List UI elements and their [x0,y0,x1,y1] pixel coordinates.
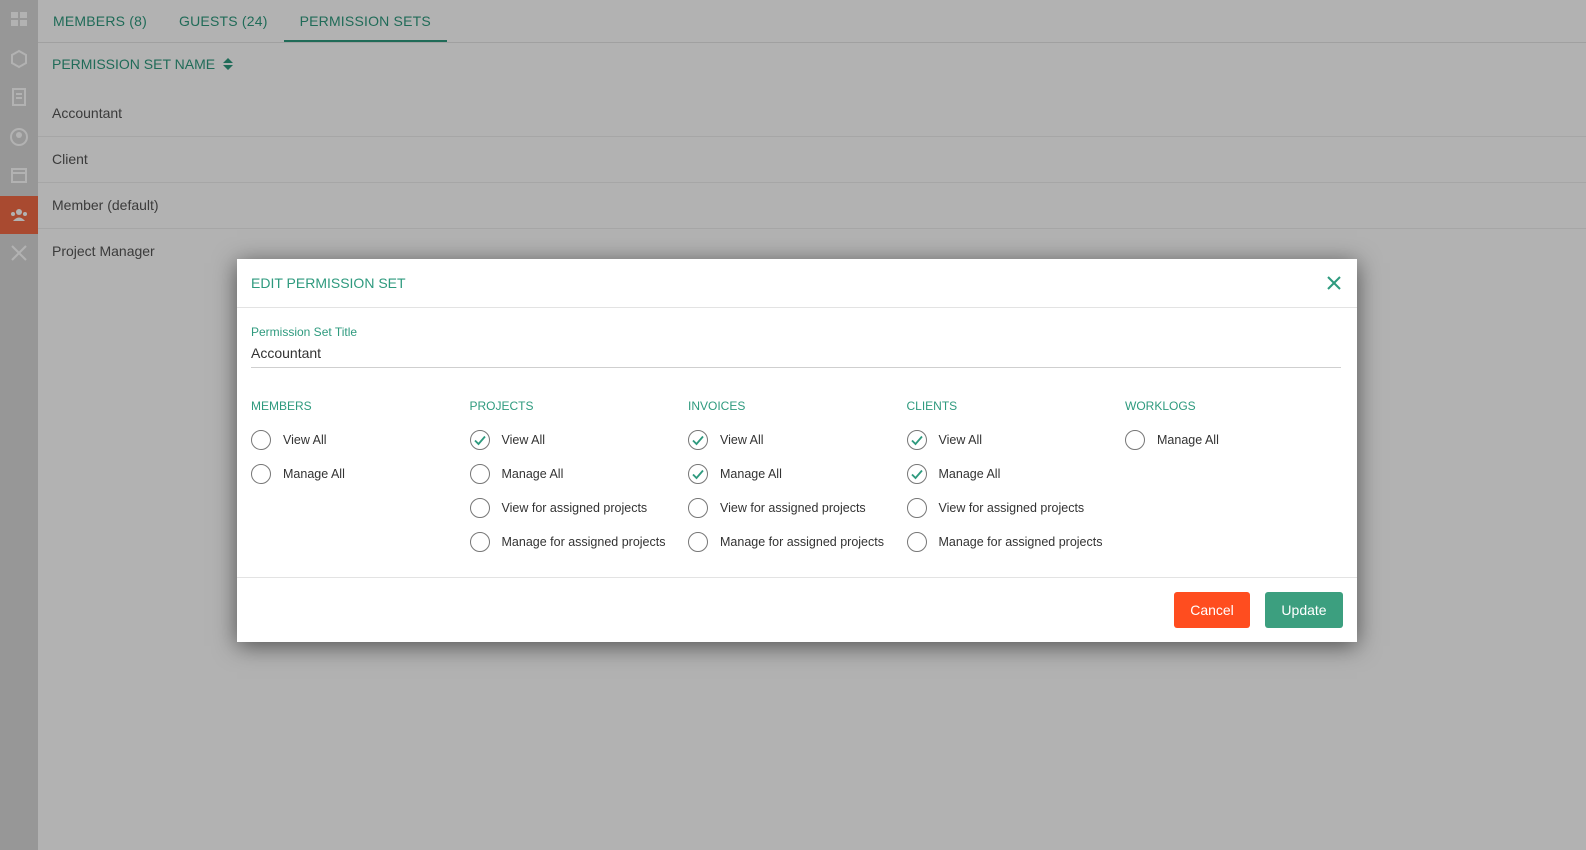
option-label: Manage All [283,467,345,481]
modal-title: EDIT PERMISSION SET [251,275,406,291]
option-label: View All [938,433,983,447]
permission-option[interactable]: Manage for assigned projects [688,525,907,559]
edit-permission-set-dialog: EDIT PERMISSION SET Permission Set Title… [237,259,1357,642]
permission-option[interactable]: View All [906,423,1126,457]
option-label: Manage for assigned projects [501,535,666,549]
permission-group-invoices: INVOICES View All Manage All View for assig… [688,399,907,559]
checked-circle-icon[interactable] [906,464,927,484]
empty-circle-icon[interactable] [906,498,927,518]
checked-circle-icon[interactable] [906,430,927,450]
permission-option[interactable]: View All [688,423,907,457]
checked-circle-icon[interactable] [688,430,708,450]
option-label: Manage All [938,467,1001,481]
empty-circle-icon[interactable] [469,498,490,518]
title-field-label: Permission Set Title [251,325,358,339]
group-title: MEMBERS [251,399,312,413]
permission-group-members: MEMBERS View All Manage All [251,399,470,559]
option-label: View All [501,433,546,447]
permission-option[interactable]: View for assigned projects [906,491,1126,525]
option-label: View for assigned projects [501,501,648,515]
empty-circle-icon[interactable] [906,532,927,552]
update-button[interactable]: Update [1265,592,1343,628]
permission-option[interactable]: Manage All [251,457,470,491]
permission-groups: MEMBERS View All Manage All PROJECTS View Al… [251,399,1344,559]
empty-circle-icon[interactable] [469,464,490,484]
empty-circle-icon[interactable] [688,532,708,552]
empty-circle-icon[interactable] [251,430,271,450]
permission-group-projects: PROJECTS View All Manage All View for assig… [469,399,689,559]
option-label: Manage for assigned projects [938,535,1103,549]
permission-option[interactable]: View for assigned projects [469,491,689,525]
permission-option[interactable]: Manage for assigned projects [906,525,1126,559]
permission-option[interactable]: Manage All [1125,423,1344,457]
group-title: WORKLOGS [1125,399,1196,413]
option-label: View All [283,433,327,447]
empty-circle-icon[interactable] [1125,430,1145,450]
empty-circle-icon[interactable] [251,464,271,484]
group-title: INVOICES [688,399,746,413]
empty-circle-icon[interactable] [469,532,490,552]
group-title: CLIENTS [906,399,958,413]
group-title: PROJECTS [469,399,534,413]
permission-group-clients: CLIENTS View All Manage All View for assign… [906,399,1126,559]
permission-option[interactable]: View All [251,423,470,457]
permission-option[interactable]: Manage All [906,457,1126,491]
permission-group-worklogs: WORKLOGS Manage All [1125,399,1344,559]
permission-option[interactable]: Manage All [469,457,689,491]
option-label: View for assigned projects [720,501,866,515]
permission-set-title-input[interactable] [251,339,1341,368]
option-label: Manage All [1157,433,1219,447]
checked-circle-icon[interactable] [469,430,490,450]
close-icon[interactable] [1325,274,1343,292]
option-label: View for assigned projects [938,501,1085,515]
permission-option[interactable]: View for assigned projects [688,491,907,525]
empty-circle-icon[interactable] [688,498,708,518]
title-field: Permission Set Title [251,325,1341,368]
option-label: Manage for assigned projects [720,535,884,549]
cancel-button[interactable]: Cancel [1174,592,1250,628]
checked-circle-icon[interactable] [688,464,708,484]
permission-option[interactable]: Manage All [688,457,907,491]
option-label: Manage All [501,467,564,481]
permission-option[interactable]: View All [469,423,689,457]
modal-header: EDIT PERMISSION SET [237,259,1357,308]
option-label: View All [720,433,764,447]
option-label: Manage All [720,467,782,481]
modal-footer: Cancel Update [237,577,1357,642]
permission-option[interactable]: Manage for assigned projects [469,525,689,559]
